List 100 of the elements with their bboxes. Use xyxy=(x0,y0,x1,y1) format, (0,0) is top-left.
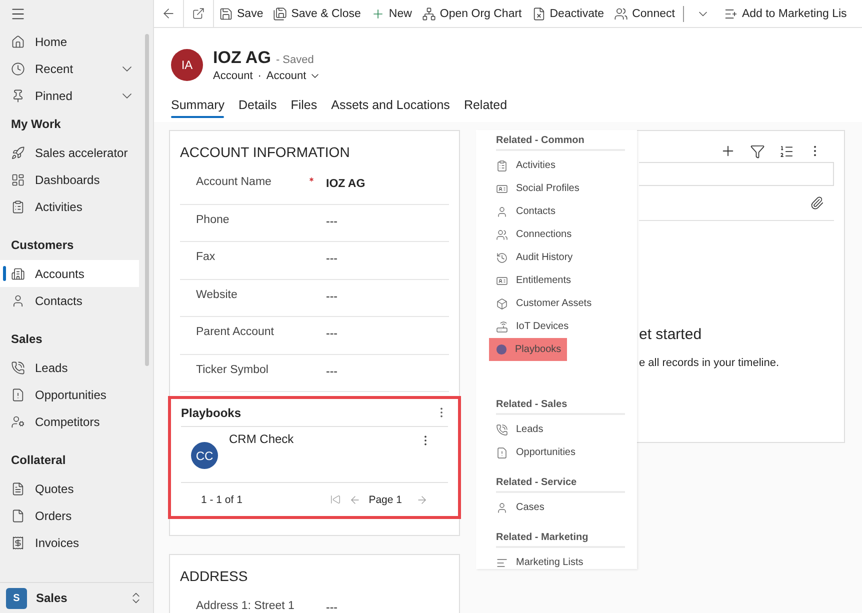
building-icon xyxy=(11,266,25,280)
tab[interactable]: Assets and Locations xyxy=(324,98,457,120)
scrollbar[interactable] xyxy=(145,34,149,366)
toolbar-button[interactable]: Deactivate xyxy=(526,0,610,27)
nav-item[interactable]: Quotes xyxy=(0,475,139,502)
menu-item[interactable]: Playbooks xyxy=(489,338,567,361)
nav-item[interactable]: Competitors xyxy=(0,408,139,435)
dashboard-icon xyxy=(11,172,25,186)
menu-button[interactable] xyxy=(10,6,26,22)
clipboard-icon xyxy=(11,200,25,214)
field-value[interactable]: --- xyxy=(326,600,338,613)
nav-item[interactable]: Recent xyxy=(0,55,139,82)
toolbar-button[interactable]: Save xyxy=(214,0,268,27)
note-input-field[interactable] xyxy=(639,162,834,186)
menu-item[interactable]: IoT Devices xyxy=(489,315,625,338)
right-arrow-icon xyxy=(416,494,428,506)
menu-item[interactable]: Entitlements xyxy=(489,269,625,292)
menu-group-title: Related - Marketing xyxy=(496,529,625,548)
area-switcher[interactable]: S Sales xyxy=(0,582,153,613)
nav-section-title: My Work xyxy=(10,116,62,133)
first-page-button[interactable] xyxy=(330,494,341,505)
field-value[interactable]: --- xyxy=(326,214,338,228)
people-icon xyxy=(614,6,628,20)
list-icon xyxy=(496,556,508,568)
field-value[interactable]: IOZ AG xyxy=(326,176,366,190)
attach-button[interactable] xyxy=(810,196,824,210)
document-icon xyxy=(496,446,508,458)
field-value[interactable]: --- xyxy=(326,326,338,340)
paperclip-icon xyxy=(810,196,824,210)
sort-icon xyxy=(779,144,794,158)
phone-icon xyxy=(11,360,25,374)
toolbar-button[interactable]: Open Org Chart xyxy=(416,0,527,27)
left-arrow-icon xyxy=(348,494,361,506)
record-range: 1 - 1 of 1 xyxy=(201,494,244,506)
toolbar-button[interactable]: Add to Marketing Lis xyxy=(718,0,852,27)
nav-item[interactable]: Activities xyxy=(0,193,139,220)
person-icon xyxy=(11,294,25,308)
nav-item[interactable]: Invoices xyxy=(0,529,139,556)
nav-item[interactable]: Leads xyxy=(0,354,139,381)
form-selector[interactable]: Account xyxy=(266,70,322,82)
phone-icon xyxy=(496,424,508,436)
menu-item[interactable]: Marketing Lists xyxy=(489,551,625,574)
empty-state-text: e all records in your timeline. xyxy=(639,357,780,369)
menu-item[interactable]: Customer Assets xyxy=(489,292,625,315)
selection-bar xyxy=(3,266,6,281)
menu-item[interactable]: Connections xyxy=(489,223,625,246)
nav-item[interactable]: Opportunities xyxy=(0,381,139,408)
id-card-icon xyxy=(496,182,508,194)
nav-item[interactable]: Dashboards xyxy=(0,166,139,193)
tab[interactable]: Summary xyxy=(164,98,232,120)
menu-group-title: Related - Common xyxy=(496,132,625,151)
playbook-row[interactable]: CC CRM Check xyxy=(181,427,448,483)
next-page-button[interactable] xyxy=(416,494,428,506)
first-page-icon xyxy=(330,494,341,505)
menu-item[interactable]: Opportunities xyxy=(489,441,625,464)
area-badge: S xyxy=(6,588,27,608)
nav-section-title: Customers xyxy=(10,237,75,254)
subgrid-title: Playbooks xyxy=(181,406,242,420)
history-icon xyxy=(496,252,508,264)
record-title: IOZ AG xyxy=(213,48,271,68)
menu-item[interactable]: Audit History xyxy=(489,246,625,269)
list-add-icon xyxy=(724,6,738,20)
people-icon xyxy=(496,228,508,240)
nav-item[interactable]: Home xyxy=(0,28,139,55)
nav-section-title: Collateral xyxy=(10,452,67,469)
menu-item[interactable]: Cases xyxy=(489,496,625,519)
box-icon xyxy=(496,298,508,310)
menu-item[interactable]: Contacts xyxy=(489,200,625,223)
field-value[interactable]: --- xyxy=(326,288,338,302)
menu-item[interactable]: Activities xyxy=(489,154,625,177)
nav-item[interactable]: Accounts xyxy=(0,260,139,287)
receipt-icon xyxy=(11,536,25,550)
pop-out-icon xyxy=(192,7,205,20)
menu-item[interactable]: Leads xyxy=(489,418,625,441)
nav-item[interactable]: Sales accelerator xyxy=(0,139,139,166)
save-status: - Saved xyxy=(276,54,314,66)
plus-icon xyxy=(370,6,385,20)
entity-type: Account xyxy=(213,70,253,82)
field-value[interactable]: --- xyxy=(326,251,338,265)
back-icon xyxy=(161,6,176,21)
separator: · xyxy=(258,70,262,82)
previous-page-button[interactable] xyxy=(348,494,361,506)
plus-icon xyxy=(720,143,736,159)
menu-item[interactable]: Social Profiles xyxy=(489,177,625,200)
field-label: Fax xyxy=(196,251,216,263)
tab[interactable]: Related xyxy=(456,98,514,120)
field-label: Account Name xyxy=(196,176,272,188)
section-title: ACCOUNT INFORMATION xyxy=(180,143,351,162)
toolbar-button[interactable]: Save & Close xyxy=(268,0,366,27)
toolbar-button[interactable]: New xyxy=(366,0,417,27)
tab[interactable]: Details xyxy=(231,98,284,120)
nav-item[interactable]: Pinned xyxy=(0,82,139,109)
toolbar-button[interactable]: Connect xyxy=(609,0,680,27)
playbook-name: CRM Check xyxy=(229,432,295,446)
empty-state-heading: et started xyxy=(639,326,703,343)
save-close-icon xyxy=(273,6,288,20)
nav-item[interactable]: Contacts xyxy=(0,287,139,314)
nav-item[interactable]: Orders xyxy=(0,502,139,529)
tab[interactable]: Files xyxy=(284,98,324,120)
field-value[interactable]: --- xyxy=(326,364,338,378)
